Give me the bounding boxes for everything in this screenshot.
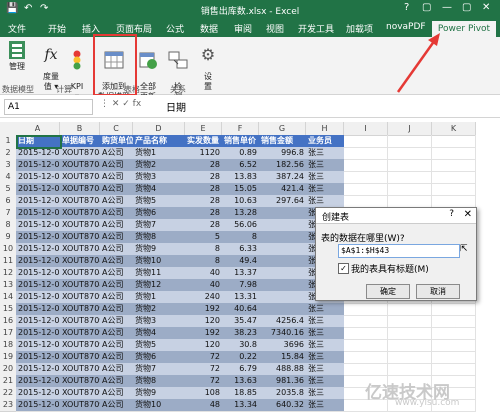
dialog-title: 创建表	[322, 213, 350, 223]
minimize-icon[interactable]: —	[442, 2, 452, 13]
dialog-titlebar: 创建表 ? ✕	[316, 208, 476, 224]
table-cell[interactable]: 13.34	[222, 399, 259, 412]
tab-novapdf[interactable]: novaPDF	[386, 22, 426, 32]
column-header-c[interactable]: C	[100, 122, 133, 136]
group-relationships: 关系	[170, 85, 186, 94]
close-icon[interactable]: ✕	[482, 2, 490, 13]
manage-label: 管理	[9, 62, 25, 71]
range-input[interactable]: $A$1:$H$43	[338, 244, 460, 258]
column-header-b[interactable]: B	[60, 122, 100, 136]
formula-bar: A1 ⋮ ✕ ✓ fx 日期	[0, 95, 500, 118]
fx-icon: fx	[44, 47, 58, 63]
select-all-corner[interactable]	[0, 122, 17, 136]
settings-label: 设 置	[204, 72, 212, 91]
tab-review[interactable]: 审阅	[234, 22, 252, 35]
column-header-a[interactable]: A	[16, 122, 60, 136]
title-bar: 💾 ↶ ↷ 销售出库数.xlsx - Excel ? ▢ — ▢ ✕	[0, 0, 500, 19]
refresh-all-icon	[139, 52, 157, 69]
highlight-box	[93, 34, 137, 96]
column-header-d[interactable]: D	[133, 122, 185, 136]
column-header-i[interactable]: I	[344, 122, 388, 136]
watermark-url: www.yisu.com	[395, 398, 460, 408]
help-icon[interactable]: ?	[404, 2, 409, 13]
table-cell[interactable]: XOUT87090	[60, 399, 100, 412]
manage-icon	[9, 41, 25, 59]
column-header-j[interactable]: J	[388, 122, 432, 136]
formula-input[interactable]: 日期	[166, 99, 186, 114]
dialog-help-icon[interactable]: ?	[449, 209, 454, 219]
cancel-button[interactable]: 取消	[416, 284, 460, 299]
table-cell[interactable]: 48	[185, 399, 222, 412]
ribbon: 管理 fx 度量 值 ▾ KPI ▾ 添加到 数据模型 全部 更新 检 测 ⚙ …	[0, 37, 500, 101]
ok-button[interactable]: 确定	[366, 284, 410, 299]
tab-data[interactable]: 数据	[200, 22, 218, 35]
detect-icon	[168, 51, 188, 69]
column-header-e[interactable]: E	[185, 122, 222, 136]
name-box[interactable]: A1	[4, 99, 93, 115]
column-header-g[interactable]: G	[259, 122, 306, 136]
settings-icon: ⚙	[200, 45, 216, 64]
maximize-icon[interactable]: ▢	[462, 2, 471, 13]
table-cell[interactable]: 640.32	[259, 399, 306, 412]
has-headers-label: 我的表具有标题(M)	[351, 265, 429, 275]
table-cell[interactable]: 货物10	[133, 399, 185, 412]
ribbon-tabs: 文件 开始 插入 页面布局 公式 数据 审阅 视图 开发工具 加载项 novaP…	[0, 19, 500, 37]
tab-file[interactable]: 文件	[8, 22, 26, 35]
has-headers-checkbox[interactable]: ✓	[338, 263, 349, 274]
tab-developer[interactable]: 开发工具	[298, 22, 334, 35]
range-picker-icon[interactable]: ⇱	[460, 244, 468, 254]
table-cell[interactable]: 张三	[306, 399, 344, 412]
create-table-dialog: 创建表 ? ✕ 表的数据在哪里(W)? $A$1:$H$43 ⇱ ✓ 我的表具有…	[315, 207, 477, 301]
group-calculations: 计算	[56, 85, 72, 94]
ribbon-display-icon[interactable]: ▢	[422, 2, 431, 13]
kpi-icon	[73, 50, 81, 70]
manage-button[interactable]: 管理	[4, 40, 30, 72]
tab-power-pivot[interactable]: Power Pivot	[432, 21, 496, 37]
group-data-model: 数据模型	[2, 85, 34, 94]
table-cell[interactable]: A公司	[100, 399, 133, 412]
settings-button[interactable]: ⚙ 设 置	[198, 40, 218, 92]
column-header-k[interactable]: K	[432, 122, 476, 136]
active-cell-selection	[16, 135, 62, 149]
dialog-close-icon[interactable]: ✕	[464, 209, 472, 220]
column-header-f[interactable]: F	[222, 122, 259, 136]
tab-formulas[interactable]: 公式	[166, 22, 184, 35]
tab-view[interactable]: 视图	[266, 22, 284, 35]
tab-home[interactable]: 开始	[48, 22, 66, 35]
column-header-h[interactable]: H	[306, 122, 344, 136]
tab-addins[interactable]: 加载项	[346, 22, 373, 35]
row-header[interactable]: 23	[0, 399, 17, 412]
formula-buttons[interactable]: ⋮ ✕ ✓ fx	[100, 99, 141, 109]
table-cell[interactable]: 2015-12-01	[16, 399, 60, 412]
dialog-prompt: 表的数据在哪里(W)?	[321, 234, 405, 244]
